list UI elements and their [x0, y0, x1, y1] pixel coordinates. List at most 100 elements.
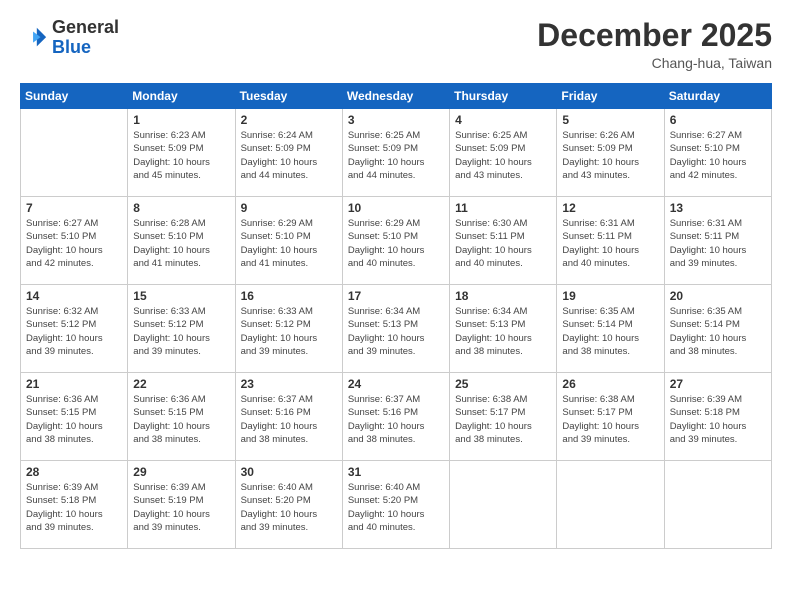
day-number: 20 — [670, 289, 766, 303]
calendar-table: SundayMondayTuesdayWednesdayThursdayFrid… — [20, 83, 772, 549]
day-info: Sunrise: 6:40 AMSunset: 5:20 PMDaylight:… — [348, 481, 444, 534]
calendar-cell: 2Sunrise: 6:24 AMSunset: 5:09 PMDaylight… — [235, 109, 342, 197]
day-number: 13 — [670, 201, 766, 215]
day-info: Sunrise: 6:36 AMSunset: 5:15 PMDaylight:… — [133, 393, 229, 446]
calendar-cell: 15 Sunrise: 6:33 AMSunset: 5:12 PMDayligh… — [128, 285, 235, 373]
day-info: Sunrise: 6:32 AMSunset: 5:12 PMDaylight:… — [26, 305, 122, 358]
calendar-cell — [450, 461, 557, 549]
day-number: 9 — [241, 201, 337, 215]
calendar-cell: 27Sunrise: 6:39 AMSunset: 5:18 PMDayligh… — [664, 373, 771, 461]
day-number: 31 — [348, 465, 444, 479]
day-number: 19 — [562, 289, 658, 303]
day-number: 16 — [241, 289, 337, 303]
day-header-tuesday: Tuesday — [235, 84, 342, 109]
day-info: Sunrise: 6:33 AMSunset: 5:12 PMDaylight:… — [241, 305, 337, 358]
day-number: 14 — [26, 289, 122, 303]
calendar-cell: 17 Sunrise: 6:34 AMSunset: 5:13 PMDayligh… — [342, 285, 449, 373]
week-row-3: 14 Sunrise: 6:32 AMSunset: 5:12 PMDayligh… — [21, 285, 772, 373]
week-row-5: 28 Sunrise: 6:39 AMSunset: 5:18 PMDayligh… — [21, 461, 772, 549]
week-row-1: 1 Sunrise: 6:23 AMSunset: 5:09 PMDaylight… — [21, 109, 772, 197]
day-info: Sunrise: 6:26 AMSunset: 5:09 PMDaylight:… — [562, 129, 658, 182]
calendar-cell: 3 Sunrise: 6:25 AMSunset: 5:09 PMDaylight… — [342, 109, 449, 197]
day-info: Sunrise: 6:27 AMSunset: 5:10 PMDaylight:… — [26, 217, 122, 270]
day-info: Sunrise: 6:34 AMSunset: 5:13 PMDaylight:… — [455, 305, 551, 358]
day-info: Sunrise: 6:30 AMSunset: 5:11 PMDaylight:… — [455, 217, 551, 270]
day-number: 22 — [133, 377, 229, 391]
day-number: 24 — [348, 377, 444, 391]
day-info: Sunrise: 6:25 AMSunset: 5:09 PMDaylight:… — [455, 129, 551, 182]
day-info: Sunrise: 6:38 AMSunset: 5:17 PMDaylight:… — [455, 393, 551, 446]
day-info: Sunrise: 6:23 AMSunset: 5:09 PMDaylight:… — [133, 129, 229, 182]
calendar-cell: 19 Sunrise: 6:35 AMSunset: 5:14 PMDayligh… — [557, 285, 664, 373]
calendar-cell: 18 Sunrise: 6:34 AMSunset: 5:13 PMDayligh… — [450, 285, 557, 373]
calendar-cell: 25Sunrise: 6:38 AMSunset: 5:17 PMDayligh… — [450, 373, 557, 461]
day-header-thursday: Thursday — [450, 84, 557, 109]
calendar-cell: 7 Sunrise: 6:27 AMSunset: 5:10 PMDaylight… — [21, 197, 128, 285]
day-info: Sunrise: 6:40 AMSunset: 5:20 PMDaylight:… — [241, 481, 337, 534]
day-number: 3 — [348, 113, 444, 127]
day-number: 11 — [455, 201, 551, 215]
calendar-cell: 20 Sunrise: 6:35 AMSunset: 5:14 PMDayligh… — [664, 285, 771, 373]
calendar-cell: 1 Sunrise: 6:23 AMSunset: 5:09 PMDaylight… — [128, 109, 235, 197]
day-number: 29 — [133, 465, 229, 479]
day-info: Sunrise: 6:24 AMSunset: 5:09 PMDaylight:… — [241, 129, 337, 182]
day-info: Sunrise: 6:29 AMSunset: 5:10 PMDaylight:… — [348, 217, 444, 270]
day-info: Sunrise: 6:33 AMSunset: 5:12 PMDaylight:… — [133, 305, 229, 358]
day-info: Sunrise: 6:38 AMSunset: 5:17 PMDaylight:… — [562, 393, 658, 446]
day-info: Sunrise: 6:28 AMSunset: 5:10 PMDaylight:… — [133, 217, 229, 270]
calendar-cell: 24 Sunrise: 6:37 AMSunset: 5:16 PMDayligh… — [342, 373, 449, 461]
day-number: 17 — [348, 289, 444, 303]
day-info: Sunrise: 6:37 AMSunset: 5:16 PMDaylight:… — [241, 393, 337, 446]
day-number: 26 — [562, 377, 658, 391]
calendar-cell: 28 Sunrise: 6:39 AMSunset: 5:18 PMDayligh… — [21, 461, 128, 549]
calendar-cell: 5 Sunrise: 6:26 AMSunset: 5:09 PMDaylight… — [557, 109, 664, 197]
calendar-cell: 10Sunrise: 6:29 AMSunset: 5:10 PMDayligh… — [342, 197, 449, 285]
day-info: Sunrise: 6:25 AMSunset: 5:09 PMDaylight:… — [348, 129, 444, 182]
calendar-cell: 4 Sunrise: 6:25 AMSunset: 5:09 PMDaylight… — [450, 109, 557, 197]
calendar-cell — [21, 109, 128, 197]
day-number: 28 — [26, 465, 122, 479]
day-number: 8 — [133, 201, 229, 215]
calendar-cell: 16 Sunrise: 6:33 AMSunset: 5:12 PMDayligh… — [235, 285, 342, 373]
day-info: Sunrise: 6:39 AMSunset: 5:18 PMDaylight:… — [670, 393, 766, 446]
calendar-cell: 11 Sunrise: 6:30 AMSunset: 5:11 PMDayligh… — [450, 197, 557, 285]
day-info: Sunrise: 6:29 AMSunset: 5:10 PMDaylight:… — [241, 217, 337, 270]
day-info: Sunrise: 6:35 AMSunset: 5:14 PMDaylight:… — [562, 305, 658, 358]
day-header-sunday: Sunday — [21, 84, 128, 109]
day-info: Sunrise: 6:36 AMSunset: 5:15 PMDaylight:… — [26, 393, 122, 446]
calendar-cell: 6 Sunrise: 6:27 AMSunset: 5:10 PMDaylight… — [664, 109, 771, 197]
month-year: December 2025 — [537, 18, 772, 53]
logo-text: General Blue — [52, 18, 119, 58]
header: General Blue December 2025 Chang-hua, Ta… — [20, 18, 772, 71]
day-number: 7 — [26, 201, 122, 215]
day-number: 15 — [133, 289, 229, 303]
day-number: 5 — [562, 113, 658, 127]
calendar-cell: 9 Sunrise: 6:29 AMSunset: 5:10 PMDaylight… — [235, 197, 342, 285]
day-info: Sunrise: 6:39 AMSunset: 5:19 PMDaylight:… — [133, 481, 229, 534]
location: Chang-hua, Taiwan — [537, 55, 772, 71]
day-number: 4 — [455, 113, 551, 127]
days-header-row: SundayMondayTuesdayWednesdayThursdayFrid… — [21, 84, 772, 109]
calendar-cell: 23 Sunrise: 6:37 AMSunset: 5:16 PMDayligh… — [235, 373, 342, 461]
title-block: December 2025 Chang-hua, Taiwan — [537, 18, 772, 71]
calendar-cell: 26 Sunrise: 6:38 AMSunset: 5:17 PMDayligh… — [557, 373, 664, 461]
day-info: Sunrise: 6:31 AMSunset: 5:11 PMDaylight:… — [562, 217, 658, 270]
day-info: Sunrise: 6:35 AMSunset: 5:14 PMDaylight:… — [670, 305, 766, 358]
day-info: Sunrise: 6:37 AMSunset: 5:16 PMDaylight:… — [348, 393, 444, 446]
calendar-cell — [664, 461, 771, 549]
day-info: Sunrise: 6:39 AMSunset: 5:18 PMDaylight:… — [26, 481, 122, 534]
calendar-cell: 12Sunrise: 6:31 AMSunset: 5:11 PMDayligh… — [557, 197, 664, 285]
week-row-4: 21Sunrise: 6:36 AMSunset: 5:15 PMDayligh… — [21, 373, 772, 461]
calendar-cell: 8 Sunrise: 6:28 AMSunset: 5:10 PMDaylight… — [128, 197, 235, 285]
day-number: 6 — [670, 113, 766, 127]
day-header-friday: Friday — [557, 84, 664, 109]
day-info: Sunrise: 6:27 AMSunset: 5:10 PMDaylight:… — [670, 129, 766, 182]
day-info: Sunrise: 6:34 AMSunset: 5:13 PMDaylight:… — [348, 305, 444, 358]
day-header-monday: Monday — [128, 84, 235, 109]
logo-icon — [20, 24, 48, 52]
calendar-cell: 22 Sunrise: 6:36 AMSunset: 5:15 PMDayligh… — [128, 373, 235, 461]
day-number: 23 — [241, 377, 337, 391]
day-number: 18 — [455, 289, 551, 303]
page: General Blue December 2025 Chang-hua, Ta… — [0, 0, 792, 612]
day-number: 1 — [133, 113, 229, 127]
